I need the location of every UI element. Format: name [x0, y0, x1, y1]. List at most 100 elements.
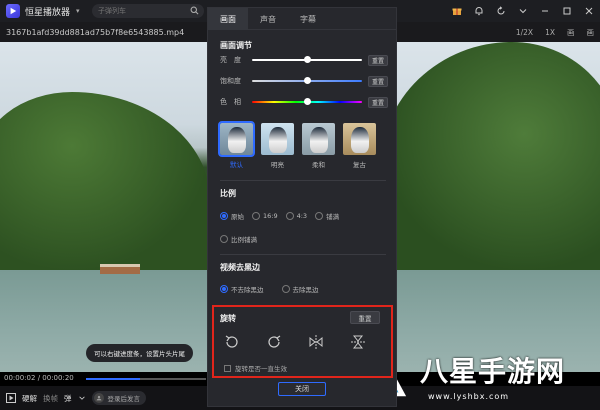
radio-dot[interactable] — [315, 212, 324, 220]
keep-blackbar-option[interactable]: 不去除黑边 — [220, 284, 264, 294]
play-icon[interactable] — [6, 393, 16, 403]
user-icon — [93, 393, 104, 403]
login-to-comment[interactable]: 登录后发言 — [91, 391, 146, 405]
hue-slider[interactable] — [252, 98, 362, 105]
frame-button[interactable]: 换帧 — [43, 393, 58, 404]
rotate-right-icon[interactable] — [264, 333, 284, 351]
time-display: 00:00:02 / 00:00:20 — [4, 374, 74, 382]
preset-label: 默认 — [230, 161, 243, 169]
chevron-down-icon[interactable] — [512, 0, 534, 22]
preset-label: 复古 — [353, 161, 366, 169]
rotate-left-icon[interactable] — [222, 333, 242, 351]
close-panel-button[interactable]: 关闭 — [278, 382, 326, 396]
brightness-reset-button[interactable]: 重置 — [368, 54, 388, 66]
speed-half-button[interactable]: 1/2X — [516, 28, 533, 37]
ratio-original-option[interactable]: 原始 — [220, 211, 244, 221]
rotate-persist-option[interactable]: 旋转是否一直生效 — [224, 363, 287, 373]
tab-subtitle[interactable]: 字幕 — [288, 8, 328, 30]
current-time: 00:00:02 — [4, 374, 36, 382]
blackbar-options: 不去除黑边 去除黑边 — [220, 284, 319, 294]
chevron-down-icon[interactable] — [78, 394, 86, 402]
preset-thumbnail[interactable] — [218, 121, 255, 157]
remove-blackbar-option[interactable]: 去除黑边 — [281, 284, 319, 294]
preset-retro[interactable]: 复古 — [343, 123, 376, 169]
ratio-4-3-option[interactable]: 4:3 — [285, 212, 308, 220]
preset-thumbnail[interactable] — [343, 123, 376, 155]
saturation-row: 饱和度 重置 — [220, 75, 388, 87]
rotate-reset-button[interactable]: 重置 — [350, 311, 380, 324]
brightness-row: 亮 度 重置 — [220, 54, 388, 66]
preset-thumbnail[interactable] — [302, 123, 335, 155]
tab-picture[interactable]: 画面 — [208, 8, 248, 30]
saturation-thumb[interactable] — [303, 77, 311, 84]
picture-mode-button-2[interactable]: 画 — [587, 27, 595, 38]
radio-dot[interactable] — [281, 285, 290, 293]
brightness-thumb[interactable] — [303, 56, 311, 63]
ratio-16-9-option[interactable]: 16:9 — [252, 212, 278, 220]
close-icon[interactable] — [578, 0, 600, 22]
radio-label: 16:9 — [263, 212, 278, 220]
radio-dot[interactable] — [220, 285, 228, 293]
tab-audio[interactable]: 声音 — [248, 8, 288, 30]
app-menu-chevron-icon[interactable]: ▾ — [76, 7, 80, 15]
radio-label: 铺满 — [326, 213, 340, 221]
rotate-icons — [222, 333, 368, 351]
adjust-title: 画面调节 — [220, 41, 252, 50]
preset-soft[interactable]: 柔和 — [302, 123, 335, 169]
search-box[interactable] — [92, 4, 204, 18]
time-separator: / — [37, 374, 41, 382]
danmu-settings-button[interactable] — [78, 394, 86, 402]
search-icon[interactable] — [190, 6, 199, 15]
gift-icon[interactable] — [446, 0, 468, 22]
saturation-label: 饱和度 — [220, 77, 241, 85]
flip-horizontal-icon[interactable] — [306, 333, 326, 351]
preset-thumbnail[interactable] — [261, 123, 294, 155]
bell-icon[interactable] — [468, 0, 490, 22]
video-hill-left — [0, 92, 210, 272]
radio-label: 原始 — [231, 213, 244, 221]
progress-fill — [86, 378, 140, 380]
radio-label: 4:3 — [296, 212, 308, 220]
brightness-label: 亮 度 — [220, 56, 241, 64]
total-time: 00:00:20 — [42, 374, 74, 382]
hue-reset-button[interactable]: 重置 — [368, 96, 388, 108]
preset-bright[interactable]: 明亮 — [261, 123, 294, 169]
ratio-stretch-option[interactable]: 比例铺满 — [220, 234, 257, 244]
ratio-options-2: 比例铺满 — [220, 234, 257, 244]
refresh-icon[interactable] — [490, 0, 512, 22]
saturation-slider[interactable] — [252, 77, 362, 84]
rotate-persist-checkbox[interactable] — [224, 364, 231, 372]
radio-dot[interactable] — [220, 212, 228, 220]
hue-row: 色 相 重置 — [220, 96, 388, 108]
app-logo-icon — [6, 4, 20, 18]
hardware-decode-button[interactable]: 硬解 — [22, 393, 37, 404]
progress-tooltip: 可以右键进度条，设置片头片尾 — [86, 344, 193, 362]
radio-label: 去除黑边 — [292, 286, 319, 294]
video-hill-right — [380, 42, 600, 272]
flip-vertical-icon[interactable] — [348, 333, 368, 351]
brightness-slider[interactable] — [252, 56, 362, 63]
saturation-reset-button[interactable]: 重置 — [368, 75, 388, 87]
divider — [220, 180, 386, 181]
preset-label: 柔和 — [312, 161, 325, 169]
progress-bar[interactable] — [86, 378, 206, 380]
speed-normal-button[interactable]: 1X — [545, 28, 555, 37]
login-label: 登录后发言 — [107, 395, 141, 403]
video-boat — [100, 264, 140, 274]
minimize-icon[interactable] — [534, 0, 556, 22]
picture-mode-button[interactable]: 画 — [567, 27, 575, 38]
watermark-text: 八星手游网 — [420, 355, 566, 388]
preset-default[interactable]: 默认 — [218, 121, 255, 169]
settings-panel: 画面 声音 字幕 画面调节 亮 度 重置 饱和度 重置 色 相 重置 默认 明亮 — [207, 7, 397, 407]
ratio-fill-option[interactable]: 铺满 — [315, 211, 339, 221]
blackbar-title: 视频去黑边 — [220, 263, 260, 272]
radio-dot[interactable] — [252, 212, 260, 220]
radio-dot[interactable] — [285, 212, 294, 220]
color-presets: 默认 明亮 柔和 复古 — [218, 121, 376, 169]
maximize-icon[interactable] — [556, 0, 578, 22]
play-button[interactable] — [6, 393, 16, 403]
radio-dot[interactable] — [220, 235, 228, 243]
search-input[interactable] — [98, 7, 188, 15]
danmu-toggle[interactable]: 弹 — [64, 393, 72, 404]
hue-thumb[interactable] — [303, 98, 311, 105]
